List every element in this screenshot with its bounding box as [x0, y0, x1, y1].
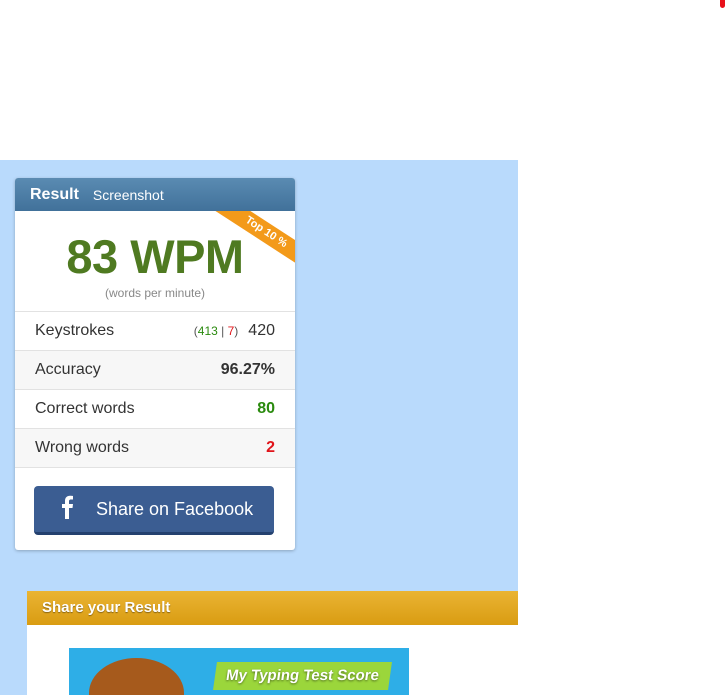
facebook-icon	[60, 495, 82, 523]
tab-screenshot[interactable]: Screenshot	[93, 187, 164, 203]
content-area: Result Screenshot 83 WPM (words per minu…	[0, 160, 518, 695]
wpm-box: 83 WPM (words per minute) Top 10 %	[15, 211, 295, 312]
typing-score-image[interactable]: My Typing Test Score	[69, 648, 409, 695]
share-facebook-label: Share on Facebook	[96, 498, 254, 519]
keystrokes-total: 420	[248, 322, 275, 339]
wrong-words-label: Wrong words	[35, 439, 129, 456]
accuracy-value: 96.27%	[220, 361, 275, 378]
keystrokes-values: (413 | 7) 420	[194, 322, 275, 340]
wpm-value: 83 WPM	[66, 230, 244, 283]
keystrokes-label: Keystrokes	[35, 322, 115, 339]
correct-words-value: 80	[257, 400, 275, 417]
corner-marker	[720, 0, 725, 8]
correct-words-label: Correct words	[35, 400, 135, 417]
wrong-words-value: 2	[266, 439, 275, 456]
keystrokes-correct: 413	[197, 324, 218, 338]
keystrokes-close-paren: )	[234, 324, 239, 338]
tab-result[interactable]: Result	[30, 186, 79, 204]
stat-row-keystrokes: Keystrokes (413 | 7) 420	[15, 312, 295, 351]
cartoon-character-head	[89, 658, 184, 695]
share-result-panel: Share your Result My Typing Test Score	[27, 591, 518, 695]
card-header: Result Screenshot	[15, 178, 295, 211]
share-facebook-button[interactable]: Share on Facebook	[34, 486, 274, 535]
keystrokes-separator: |	[221, 324, 225, 338]
stat-row-wrong-words: Wrong words 2	[15, 429, 295, 468]
share-result-title: Share your Result	[27, 591, 518, 625]
stat-row-correct-words: Correct words 80	[15, 390, 295, 429]
accuracy-label: Accuracy	[35, 361, 101, 378]
result-card: Result Screenshot 83 WPM (words per minu…	[15, 178, 295, 550]
score-image-banner: My Typing Test Score	[213, 662, 392, 690]
keystrokes-detail: (413 | 7)	[194, 324, 239, 338]
wpm-unit: (words per minute)	[104, 286, 206, 300]
stat-row-accuracy: Accuracy 96.27%	[15, 351, 295, 390]
